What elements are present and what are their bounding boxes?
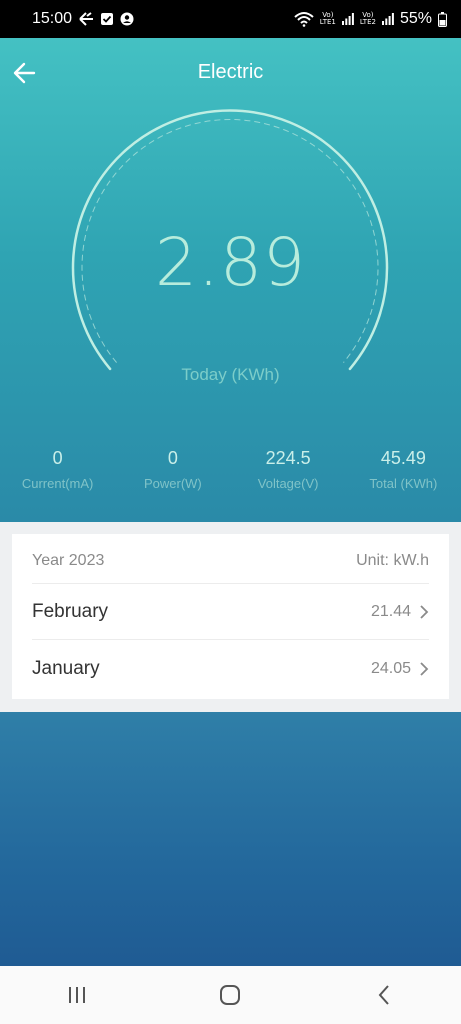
- recent-apps-icon: [68, 987, 85, 1003]
- stats-row: 0 Current(mA) 0 Power(W) 224.5 Voltage(V…: [0, 446, 461, 491]
- system-navigation-bar: [0, 966, 461, 1024]
- history-header: Year 2023 Unit: kW.h: [32, 552, 429, 584]
- status-bar: 15:00 Vo) LTE1 Vo) LTE2 55%: [0, 0, 461, 38]
- wifi-icon: [294, 11, 314, 27]
- sim1-volte-icon: Vo) LTE1: [320, 12, 336, 26]
- recent-apps-button[interactable]: [47, 975, 107, 1015]
- month-value: 24.05: [370, 660, 411, 677]
- unit-label: Unit: kW.h: [356, 552, 429, 569]
- home-icon: [220, 985, 241, 1005]
- row-value-group: 24.05: [371, 660, 429, 678]
- sim2-bottom-text: LTE2: [359, 18, 376, 26]
- stat-power: 0 Power(W): [115, 446, 230, 491]
- page-title: Electric: [197, 61, 264, 83]
- battery-icon: [438, 11, 447, 27]
- stat-current: 0 Current(mA): [0, 446, 115, 491]
- checkbox-notification-icon: [100, 12, 114, 26]
- signal-icon: [341, 13, 354, 25]
- stat-voltage: 224.5 Voltage(V): [231, 446, 346, 491]
- today-energy-label: Today (KWh): [181, 365, 280, 384]
- stat-value: 0: [52, 448, 63, 468]
- stat-value: 45.49: [380, 448, 426, 468]
- sim1-bottom-text: LTE1: [319, 18, 336, 26]
- signal-icon: [381, 13, 394, 25]
- system-back-button[interactable]: [354, 975, 414, 1015]
- battery-percent: 55%: [399, 10, 432, 27]
- account-icon: [120, 12, 134, 26]
- stat-total: 45.49 Total (KWh): [346, 446, 461, 491]
- stat-label: Voltage(V): [257, 476, 319, 491]
- background-fill: [0, 712, 461, 966]
- electric-summary-panel: Electric 2.89 Today (KWh) 0 Current(mA) …: [0, 38, 461, 522]
- stat-value: 224.5: [265, 448, 311, 468]
- chevron-right-icon: [420, 604, 429, 619]
- history-row-january[interactable]: January 24.05: [32, 641, 429, 697]
- row-value-group: 21.44: [371, 603, 429, 621]
- history-row-february[interactable]: February 21.44: [32, 584, 429, 640]
- status-left: 15:00: [32, 10, 134, 28]
- history-card: Year 2023 Unit: kW.h February 21.44 Janu…: [12, 534, 449, 699]
- today-energy-value: 2.89: [155, 224, 306, 301]
- month-label: February: [32, 600, 109, 622]
- status-time: 15:00: [32, 10, 73, 27]
- stat-label: Current(mA): [21, 476, 94, 491]
- month-label: January: [32, 658, 100, 679]
- chevron-right-icon: [420, 662, 429, 676]
- year-label: Year 2023: [32, 552, 105, 569]
- stat-value: 0: [167, 448, 178, 468]
- chevron-left-icon: [378, 985, 389, 1005]
- tailscale-icon: [78, 12, 94, 26]
- status-right: Vo) LTE1 Vo) LTE2 55%: [294, 10, 447, 28]
- home-button[interactable]: [200, 975, 260, 1015]
- sim2-volte-icon: Vo) LTE2: [360, 12, 376, 26]
- stat-label: Power(W): [143, 476, 202, 491]
- stat-label: Total (KWh): [369, 476, 438, 491]
- month-value: 21.44: [370, 602, 411, 620]
